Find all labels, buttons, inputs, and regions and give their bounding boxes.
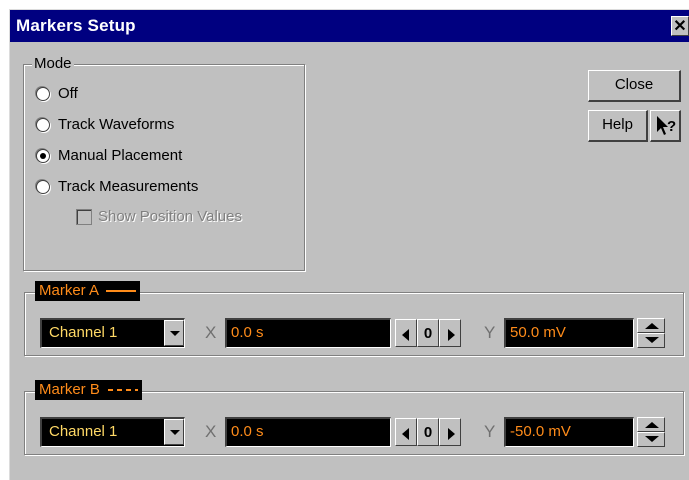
marker-b-y-value: -50.0 mV [510,423,571,440]
dropdown-triangle [170,430,180,435]
marker-b-y-spinner[interactable] [637,417,665,447]
marker-a-x-field[interactable]: 0.0 s [225,318,391,348]
marker-a-x-value: 0.0 s [231,324,264,341]
pointer-question-icon: ? [657,116,676,135]
dropdown-triangle [170,331,180,336]
radio-dot [40,153,46,159]
marker-b-title: Marker B [35,380,143,400]
close-button[interactable]: Close [588,70,681,102]
radio-off[interactable] [36,87,50,101]
title-bar[interactable]: Markers Setup ✕ [10,10,689,42]
marker-b-x-value: 0.0 s [231,423,264,440]
marker-b-y-field[interactable]: -50.0 mV [504,417,634,447]
marker-a-channel-select[interactable]: Channel 1 [40,318,185,348]
radio-label: Off [58,85,78,102]
marker-a-y-value: 50.0 mV [510,324,566,341]
chevron-down-icon[interactable] [164,320,184,346]
radio-label: Manual Placement [58,147,183,164]
marker-a-nudge-zero-button[interactable]: 0 [417,319,439,347]
arrow-down-icon [645,337,659,343]
marker-a-y-spinner[interactable] [637,318,665,348]
arrow-up-icon [645,323,659,329]
spin-up-button[interactable] [637,417,665,432]
zero-label: 0 [423,325,433,342]
marker-b-channel-select[interactable]: Channel 1 [40,417,185,447]
marker-b-x-field[interactable]: 0.0 s [225,417,391,447]
mode-group-label: Mode [32,55,74,72]
chevron-down-icon[interactable] [164,419,184,445]
arrow-left-icon [402,428,409,440]
spin-down-button[interactable] [637,333,665,348]
arrow-right-icon [448,428,455,440]
marker-b-nudge-right-button[interactable] [439,418,461,446]
dialog-title: Markers Setup [16,16,136,35]
zero-label: 0 [423,424,433,441]
show-position-values-label: Show Position Values [98,208,242,225]
radio-manual-placement[interactable] [36,149,50,163]
arrow-right-icon [448,329,455,341]
svg-text:?: ? [667,118,676,135]
help-button[interactable]: Help [588,110,648,142]
marker-a-y-label: Y [484,323,496,342]
spin-down-button[interactable] [637,432,665,447]
marker-a-x-label: X [205,323,217,342]
marker-b-group: Marker B Channel 1 X 0.0 s 0 Y -50.0 mV [24,380,684,455]
mode-group: Mode Off Track Waveforms Manual Placemen… [23,55,305,271]
marker-b-nudge-left-button[interactable] [395,418,417,446]
radio-label: Track Measurements [58,178,199,195]
marker-b-label: Marker B [39,381,100,398]
marker-b-y-label: Y [484,422,496,441]
radio-track-waveforms[interactable] [36,118,50,132]
marker-b-channel-value: Channel 1 [49,423,118,440]
spin-up-button[interactable] [637,318,665,333]
markers-setup-dialog: Markers Setup ✕ Mode Off Track Waveforms… [9,9,689,480]
show-position-values-checkbox[interactable] [76,209,92,225]
marker-a-label: Marker A [39,282,99,299]
marker-b-nudge-zero-button[interactable]: 0 [417,418,439,446]
marker-a-channel-value: Channel 1 [49,324,118,341]
dashed-line-icon [108,389,139,392]
marker-a-nudge-right-button[interactable] [439,319,461,347]
marker-a-nudge-left-button[interactable] [395,319,417,347]
marker-a-group: Marker A Channel 1 X 0.0 s 0 Y 50.0 mV [24,281,684,356]
arrow-left-icon [402,329,409,341]
marker-a-y-field[interactable]: 50.0 mV [504,318,634,348]
radio-track-measurements[interactable] [36,180,50,194]
arrow-down-icon [645,436,659,442]
marker-a-title: Marker A [35,281,141,301]
context-help-button[interactable]: ? [650,110,681,142]
close-window-icon[interactable]: ✕ [671,16,689,36]
marker-b-x-label: X [205,422,217,441]
radio-label: Track Waveforms [58,116,175,133]
arrow-up-icon [645,422,659,428]
solid-line-icon [106,290,137,293]
